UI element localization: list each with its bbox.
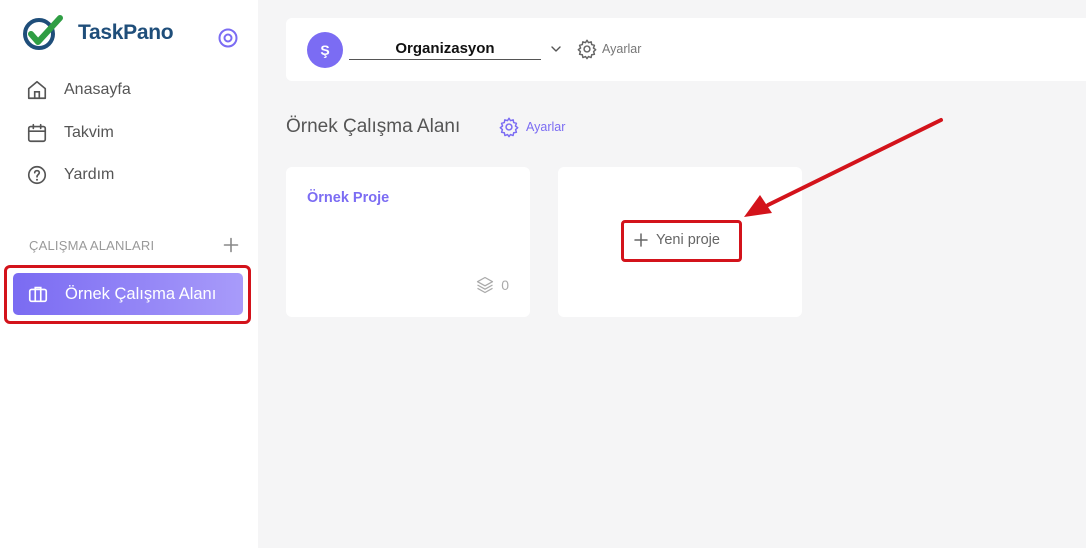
calendar-icon <box>27 123 47 143</box>
help-icon <box>27 165 47 185</box>
nav-help[interactable]: Yardım <box>26 162 114 188</box>
org-settings-button[interactable]: Ayarlar <box>576 38 641 60</box>
project-task-count: 0 <box>475 275 509 295</box>
new-project-button[interactable]: Yeni proje <box>634 232 720 248</box>
brand-name: TaskPano <box>78 21 174 44</box>
nav-calendar[interactable]: Takvim <box>26 120 114 146</box>
layers-icon <box>477 276 494 294</box>
workspace-item-ornek[interactable]: Örnek Çalışma Alanı <box>13 273 243 315</box>
nav-help-label: Yardım <box>64 166 115 183</box>
home-icon <box>27 80 47 100</box>
gear-icon <box>577 39 597 60</box>
gear-icon <box>499 117 519 138</box>
org-selector[interactable]: Organizasyon <box>349 38 541 60</box>
add-workspace-icon[interactable] <box>223 237 239 253</box>
sidebar: TaskPano Anasayfa Takvim Yardım ÇALIŞMA … <box>0 0 258 548</box>
org-settings-label: Ayarlar <box>602 42 642 56</box>
project-card[interactable]: Örnek Proje 0 <box>286 167 530 317</box>
workspaces-header: ÇALIŞMA ALANLARI <box>29 236 239 254</box>
brand[interactable]: TaskPano <box>22 15 174 51</box>
collapse-sidebar-icon[interactable] <box>216 26 240 50</box>
plus-icon <box>634 233 648 247</box>
topbar: Ş Organizasyon Ayarlar <box>286 18 1086 81</box>
logo-checkmark-icon <box>23 15 63 50</box>
nav-home[interactable]: Anasayfa <box>26 77 131 103</box>
project-name[interactable]: Örnek Proje <box>307 190 389 206</box>
workspace-item-label: Örnek Çalışma Alanı <box>65 284 217 303</box>
nav-home-label: Anasayfa <box>64 81 131 98</box>
nav-calendar-label: Takvim <box>64 124 114 141</box>
chevron-down-icon[interactable] <box>550 43 562 55</box>
project-count-value: 0 <box>501 277 509 293</box>
workspace-settings-label: Ayarlar <box>526 120 566 134</box>
page-title: Örnek Çalışma Alanı <box>286 116 461 137</box>
workspace-settings-button[interactable]: Ayarlar <box>498 116 565 138</box>
workspaces-header-label: ÇALIŞMA ALANLARI <box>29 237 155 253</box>
new-project-label: Yeni proje <box>656 232 720 248</box>
briefcase-icon <box>28 286 48 303</box>
org-avatar[interactable]: Ş <box>307 32 343 68</box>
